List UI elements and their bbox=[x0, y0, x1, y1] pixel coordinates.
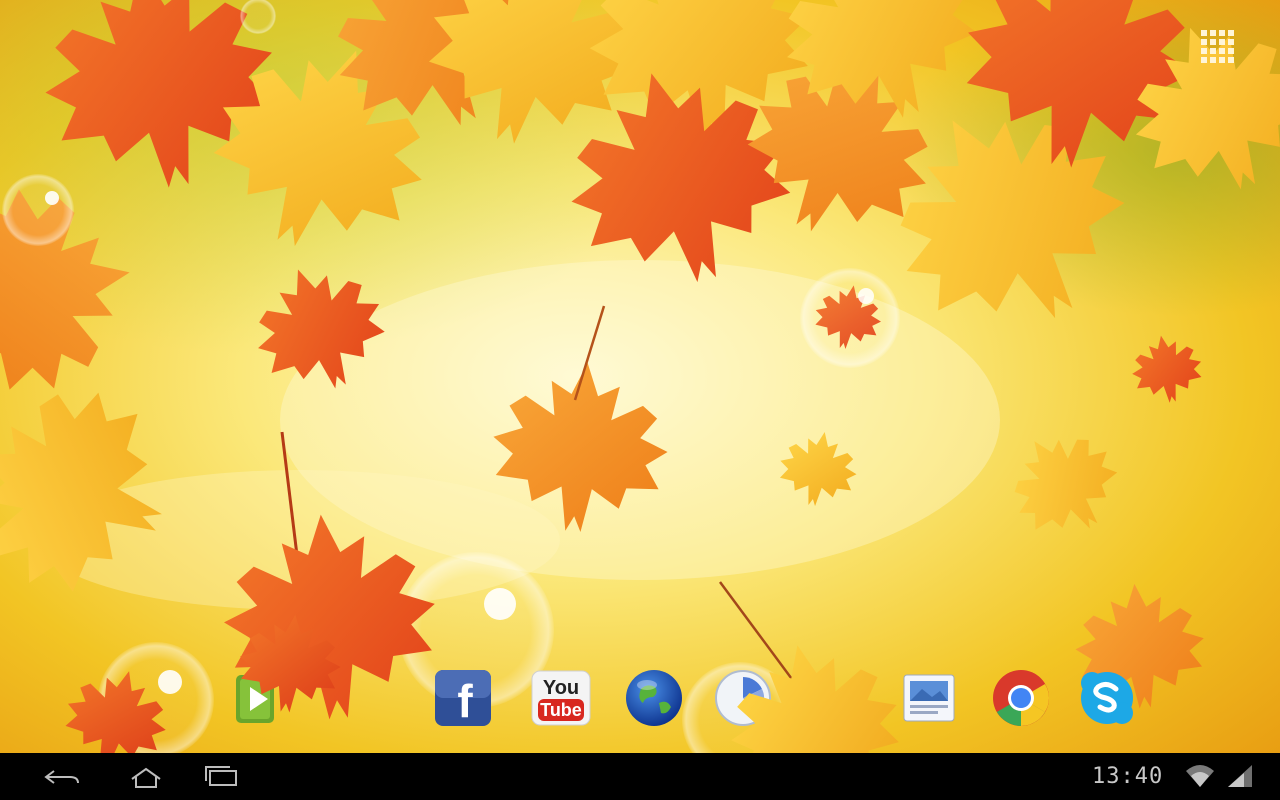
youtube-app[interactable]: You Tube bbox=[530, 667, 592, 729]
play-store-app[interactable] bbox=[226, 667, 288, 729]
navigation-bar: 13:40 bbox=[0, 753, 1280, 800]
app-drawer-button[interactable] bbox=[1198, 27, 1240, 71]
home-button[interactable] bbox=[122, 761, 170, 793]
back-icon bbox=[44, 770, 79, 784]
home-icon bbox=[131, 767, 161, 788]
gallery-icon bbox=[903, 674, 955, 722]
dock: f You Tube bbox=[0, 655, 1280, 745]
youtube-label-bottom: Tube bbox=[540, 700, 582, 720]
skype-app[interactable] bbox=[1076, 667, 1138, 729]
youtube-icon: You Tube bbox=[531, 670, 591, 726]
email-app[interactable] bbox=[712, 667, 774, 729]
grid-icon bbox=[1201, 30, 1234, 63]
back-button[interactable] bbox=[38, 761, 86, 793]
youtube-label-top: You bbox=[543, 677, 579, 699]
wifi-icon bbox=[1186, 765, 1214, 787]
globe-icon bbox=[626, 670, 682, 726]
status-clock: 13:40 bbox=[1092, 764, 1164, 789]
chrome-app[interactable] bbox=[990, 667, 1052, 729]
browser-app[interactable] bbox=[623, 667, 685, 729]
skype-icon bbox=[1081, 672, 1133, 724]
chrome-icon bbox=[993, 670, 1049, 726]
facebook-app[interactable]: f bbox=[432, 667, 494, 729]
wallpaper bbox=[0, 0, 1280, 753]
facebook-icon: f bbox=[435, 670, 491, 727]
recent-apps-icon bbox=[205, 766, 237, 786]
email-icon bbox=[715, 670, 771, 726]
recent-apps-button[interactable] bbox=[198, 761, 246, 793]
signal-icon bbox=[1228, 765, 1252, 787]
gallery-app[interactable] bbox=[898, 667, 960, 729]
play-store-icon bbox=[236, 675, 274, 723]
facebook-label: f bbox=[457, 675, 473, 727]
